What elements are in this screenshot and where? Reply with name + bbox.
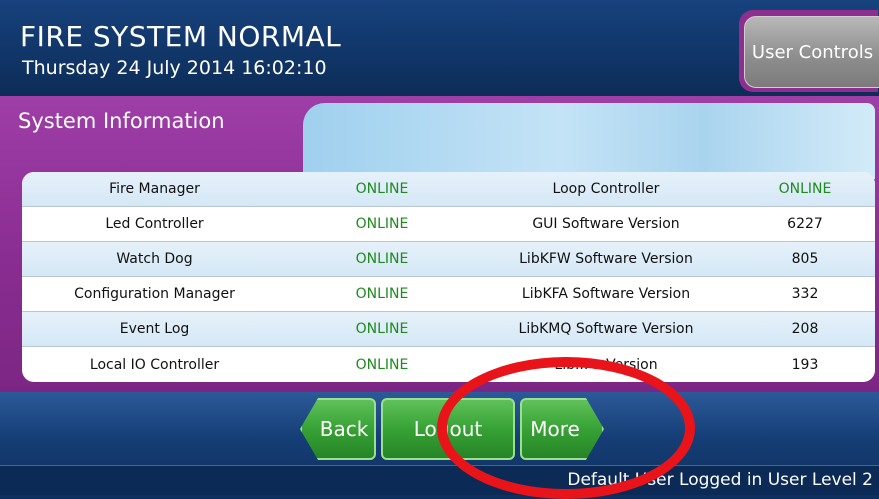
table-row: Fire Manager ONLINE Loop Controller ONLI… xyxy=(22,172,875,207)
info-value: 193 xyxy=(791,356,819,373)
panel-banner xyxy=(303,103,875,179)
table-row: Watch Dog ONLINE LibKFW Software Version… xyxy=(22,242,875,277)
system-info-table: Fire Manager ONLINE Loop Controller ONLI… xyxy=(22,172,875,382)
table-row: Event Log ONLINE LibKMQ Software Version… xyxy=(22,312,875,347)
info-item: LibKFW Software Version xyxy=(519,251,693,267)
info-item: Lib... ...Version xyxy=(554,356,658,373)
info-value: 332 xyxy=(791,286,819,302)
info-value: ONLINE xyxy=(778,181,832,197)
datetime-display: Thursday 24 July 2014 16:02:10 xyxy=(22,57,327,79)
component-status: ONLINE xyxy=(355,321,409,337)
component-name: Led Controller xyxy=(105,216,204,232)
info-item: LibKFA Software Version xyxy=(521,286,691,302)
logout-button[interactable]: Logout xyxy=(381,398,515,460)
component-status: ONLINE xyxy=(355,356,409,373)
table-row: Led Controller ONLINE GUI Software Versi… xyxy=(22,207,875,242)
status-bar: Default User Logged in User Level 2 xyxy=(0,465,879,495)
component-status: ONLINE xyxy=(355,216,409,232)
component-status: ONLINE xyxy=(355,286,409,302)
table-row: Configuration Manager ONLINE LibKFA Soft… xyxy=(22,277,875,312)
info-value: 805 xyxy=(791,251,819,267)
component-status: ONLINE xyxy=(355,181,409,197)
system-status-title: FIRE SYSTEM NORMAL xyxy=(20,20,342,53)
component-name: Local IO Controller xyxy=(89,356,220,373)
panel-title: System Information xyxy=(18,109,225,133)
component-name: Configuration Manager xyxy=(74,286,235,302)
component-name: Event Log xyxy=(119,321,190,337)
logged-in-user-status: Default User Logged in User Level 2 xyxy=(567,470,873,490)
component-name: Fire Manager xyxy=(109,181,200,197)
component-name: Watch Dog xyxy=(116,251,193,267)
info-value: 208 xyxy=(791,321,819,337)
info-item: Loop Controller xyxy=(552,181,660,197)
user-controls-button[interactable]: User Controls xyxy=(744,16,879,88)
table-row: Local IO Controller ONLINE Lib... ...Ver… xyxy=(22,347,875,382)
info-item: GUI Software Version xyxy=(532,216,680,232)
component-status: ONLINE xyxy=(355,251,409,267)
system-information-panel: System Information Fire Manager ONLINE L… xyxy=(0,96,879,392)
info-item: LibKMQ Software Version xyxy=(518,321,694,337)
info-value: 6227 xyxy=(787,216,823,232)
